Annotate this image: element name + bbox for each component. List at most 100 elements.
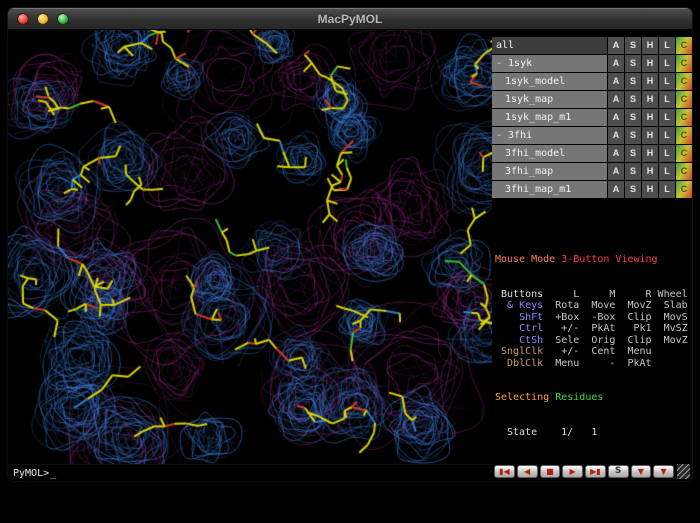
action-button-c[interactable]: C bbox=[676, 91, 692, 108]
action-button-l[interactable]: L bbox=[659, 145, 675, 162]
action-button-s[interactable]: S bbox=[625, 163, 641, 180]
action-button-s[interactable]: S bbox=[625, 127, 641, 144]
object-row-label[interactable]: 3fhi_map_m1 bbox=[492, 181, 607, 198]
action-button-l[interactable]: L bbox=[659, 127, 675, 144]
mouse-matrix-label: Ctrl bbox=[495, 323, 543, 334]
window-content: PyMOL>_ allASHLC- 1sykASHLC1syk_modelASH… bbox=[8, 30, 692, 481]
action-button-s[interactable]: S bbox=[625, 109, 641, 126]
action-button-c[interactable]: C bbox=[676, 55, 692, 72]
step-back-button[interactable]: ◀ bbox=[517, 465, 538, 478]
action-button-h[interactable]: H bbox=[642, 37, 658, 54]
minimize-button[interactable] bbox=[37, 13, 49, 25]
action-button-l[interactable]: L bbox=[659, 55, 675, 72]
command-cursor: _ bbox=[50, 468, 56, 479]
action-button-h[interactable]: H bbox=[642, 163, 658, 180]
panel-spacer bbox=[492, 199, 692, 231]
mouse-panel: Mouse Mode 3-Button Viewing Buttons L M … bbox=[492, 231, 692, 463]
object-row-label[interactable]: 3fhi_model bbox=[492, 145, 607, 162]
mouse-matrix-row: & Keys Rota Move MovZ Slab bbox=[495, 300, 692, 312]
stop-button[interactable]: ■ bbox=[540, 465, 561, 478]
mouse-matrix-values: Sele Orig Clip MovZ bbox=[543, 335, 688, 346]
object-row: allASHLC bbox=[492, 37, 692, 54]
action-button-l[interactable]: L bbox=[659, 37, 675, 54]
action-button-s[interactable]: S bbox=[625, 55, 641, 72]
zoom-button[interactable] bbox=[57, 13, 69, 25]
close-button[interactable] bbox=[17, 13, 29, 25]
object-row: 1syk_map_m1ASHLC bbox=[492, 109, 692, 126]
state-indicator: State1/ 1 bbox=[495, 427, 692, 439]
viewport[interactable] bbox=[8, 30, 492, 464]
object-row-label[interactable]: 1syk_map_m1 bbox=[492, 109, 607, 126]
action-button-s[interactable]: S bbox=[625, 73, 641, 90]
action-button-a[interactable]: A bbox=[608, 55, 624, 72]
tri-down-button-2[interactable]: ▼ bbox=[653, 465, 674, 478]
go-to-end-button[interactable]: ▶▮ bbox=[585, 465, 606, 478]
selecting-mode[interactable]: Selecting Residues bbox=[495, 392, 692, 404]
object-row-label[interactable]: 1syk_map bbox=[492, 91, 607, 108]
action-button-l[interactable]: L bbox=[659, 109, 675, 126]
action-button-l[interactable]: L bbox=[659, 163, 675, 180]
window-title: MacPyMOL bbox=[8, 12, 692, 26]
object-row-label[interactable]: - 3fhi bbox=[492, 127, 607, 144]
action-button-h[interactable]: H bbox=[642, 145, 658, 162]
action-button-a[interactable]: A bbox=[608, 73, 624, 90]
action-button-a[interactable]: A bbox=[608, 127, 624, 144]
action-button-c[interactable]: C bbox=[676, 127, 692, 144]
action-button-a[interactable]: A bbox=[608, 91, 624, 108]
object-row: 3fhi_map_m1ASHLC bbox=[492, 181, 692, 198]
resize-grip[interactable] bbox=[677, 464, 690, 479]
action-button-l[interactable]: L bbox=[659, 181, 675, 198]
play-button[interactable]: ▶ bbox=[562, 465, 583, 478]
object-row-label[interactable]: 1syk_model bbox=[492, 73, 607, 90]
mouse-matrix-row: ShFt +Box -Box Clip MovS bbox=[495, 312, 692, 324]
action-button-a[interactable]: A bbox=[608, 181, 624, 198]
mouse-matrix-label: Buttons bbox=[495, 289, 543, 300]
mouse-matrix-row: Ctrl +/- PkAt Pk1 MvSZ bbox=[495, 323, 692, 335]
action-button-a[interactable]: A bbox=[608, 163, 624, 180]
tri-down-button-1[interactable]: ▼ bbox=[631, 465, 652, 478]
playback-controls: ▮◀◀■▶▶▮S▼▼ bbox=[494, 465, 674, 478]
action-button-c[interactable]: C bbox=[676, 109, 692, 126]
go-to-start-button[interactable]: ▮◀ bbox=[494, 465, 515, 478]
screen: MacPyMOL PyMOL>_ allASHLC- 1sykASHLC1syk… bbox=[0, 0, 700, 523]
command-prompt: PyMOL> bbox=[13, 468, 49, 479]
object-row: 1syk_modelASHLC bbox=[492, 73, 692, 90]
mouse-matrix-values: +/- PkAt Pk1 MvSZ bbox=[543, 323, 688, 334]
action-button-l[interactable]: L bbox=[659, 91, 675, 108]
mouse-matrix: Buttons L M R Wheel & Keys Rota Move Mov… bbox=[495, 289, 692, 370]
playback-bar: ▮◀◀■▶▶▮S▼▼ bbox=[492, 463, 692, 481]
action-button-s[interactable]: S bbox=[625, 145, 641, 162]
macpymol-window: MacPyMOL PyMOL>_ allASHLC- 1sykASHLC1syk… bbox=[8, 8, 692, 481]
action-button-h[interactable]: H bbox=[642, 109, 658, 126]
action-button-h[interactable]: H bbox=[642, 127, 658, 144]
action-button-h[interactable]: H bbox=[642, 91, 658, 108]
object-row-label[interactable]: all bbox=[492, 37, 607, 54]
action-button-s[interactable]: S bbox=[625, 181, 641, 198]
action-button-c[interactable]: C bbox=[676, 181, 692, 198]
action-button-h[interactable]: H bbox=[642, 181, 658, 198]
action-button-h[interactable]: H bbox=[642, 55, 658, 72]
action-button-c[interactable]: C bbox=[676, 37, 692, 54]
object-row-label[interactable]: - 1syk bbox=[492, 55, 607, 72]
command-bar[interactable]: PyMOL>_ bbox=[8, 464, 492, 481]
action-button-s[interactable]: S bbox=[625, 91, 641, 108]
action-button-a[interactable]: A bbox=[608, 145, 624, 162]
object-row-label[interactable]: 3fhi_map bbox=[492, 163, 607, 180]
action-button-s[interactable]: S bbox=[625, 37, 641, 54]
mouse-matrix-values: L M R Wheel bbox=[543, 289, 688, 300]
mouse-matrix-values: Rota Move MovZ Slab bbox=[543, 300, 688, 311]
viewport-pane: PyMOL>_ bbox=[8, 30, 492, 481]
action-button-a[interactable]: A bbox=[608, 37, 624, 54]
action-button-c[interactable]: C bbox=[676, 145, 692, 162]
scene-button[interactable]: S bbox=[608, 465, 629, 478]
object-row: 3fhi_mapASHLC bbox=[492, 163, 692, 180]
object-row: 3fhi_modelASHLC bbox=[492, 145, 692, 162]
object-list: allASHLC- 1sykASHLC1syk_modelASHLC1syk_m… bbox=[492, 37, 692, 199]
object-row: - 1sykASHLC bbox=[492, 55, 692, 72]
action-button-c[interactable]: C bbox=[676, 73, 692, 90]
mouse-mode-title[interactable]: Mouse Mode 3-Button Viewing bbox=[495, 254, 692, 266]
action-button-h[interactable]: H bbox=[642, 73, 658, 90]
action-button-a[interactable]: A bbox=[608, 109, 624, 126]
action-button-l[interactable]: L bbox=[659, 73, 675, 90]
action-button-c[interactable]: C bbox=[676, 163, 692, 180]
